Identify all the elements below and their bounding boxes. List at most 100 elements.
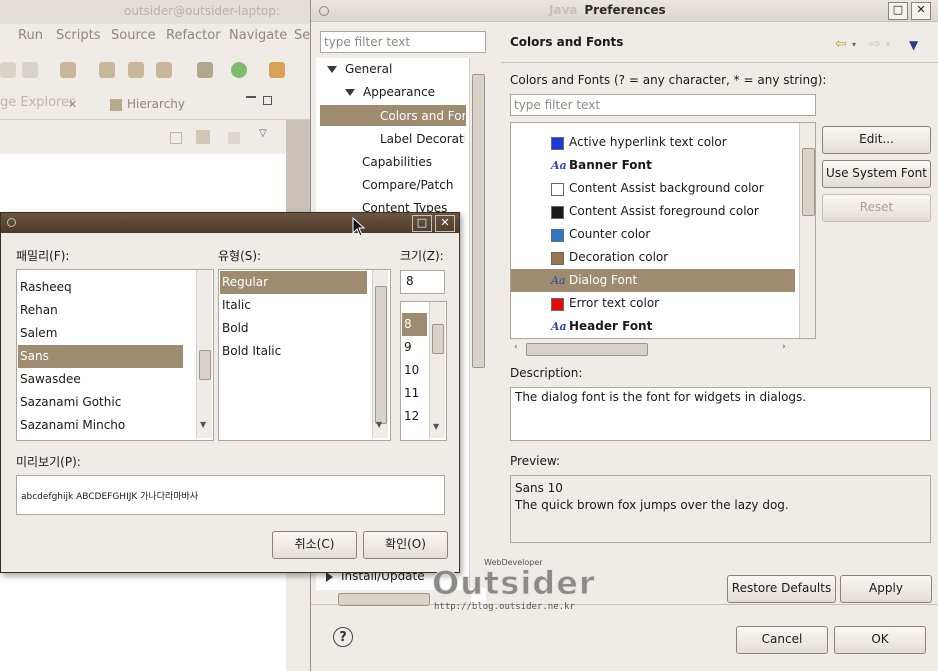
menu-run[interactable]: Run <box>18 28 43 43</box>
close-icon[interactable]: ✕ <box>911 2 931 20</box>
view-menu-icon[interactable]: ▽ <box>259 128 267 139</box>
menu-scripts[interactable]: Scripts <box>56 28 100 43</box>
edit-button[interactable]: Edit... <box>822 126 931 154</box>
list-item[interactable]: Decoration color <box>511 246 795 269</box>
colors-fonts-filter-input[interactable]: type filter text <box>510 94 816 116</box>
view-menu-icon[interactable]: ▼ <box>909 38 918 52</box>
print-icon[interactable] <box>0 62 16 78</box>
list-item[interactable]: Sazanami Mincho <box>20 414 125 437</box>
scroll-left-icon[interactable]: ‹ <box>514 342 518 352</box>
scroll-thumb[interactable] <box>526 343 648 356</box>
use-system-font-button[interactable]: Use System Font <box>822 160 931 188</box>
list-item[interactable]: 9 <box>404 336 412 359</box>
family-scrollbar[interactable]: ▼ <box>196 270 212 438</box>
list-item[interactable]: Sazanami Gothic <box>20 391 121 414</box>
tree-item-label-decorations[interactable]: Label Decorations <box>380 128 465 150</box>
expand-arrow-icon[interactable] <box>327 66 337 73</box>
chevron-down-icon[interactable]: ▾ <box>886 40 890 49</box>
size-scrollbar[interactable]: ▼ <box>429 302 445 438</box>
maximize-icon[interactable]: □ <box>412 215 432 232</box>
scroll-thumb[interactable] <box>375 286 387 424</box>
scroll-thumb[interactable] <box>199 350 211 380</box>
maximize-icon[interactable]: □ <box>888 2 908 20</box>
link-editor-icon[interactable] <box>196 130 210 144</box>
scroll-thumb[interactable] <box>802 148 815 216</box>
tree-item-appearance[interactable]: Appearance <box>345 81 435 103</box>
tree-filter-input[interactable]: type filter text <box>320 31 486 53</box>
list-item-selected[interactable]: 8 <box>404 313 412 336</box>
list-item[interactable]: Aa Header Font <box>511 315 795 338</box>
menu-search[interactable]: Se <box>294 28 310 43</box>
close-icon[interactable]: ✕ <box>68 98 77 111</box>
font-preview-field[interactable]: abcdefghijk ABCDEFGHIJK 가나다라마바사 <box>16 475 445 515</box>
back-arrow-icon[interactable]: ⇦ <box>835 36 847 52</box>
new-file-icon[interactable] <box>156 62 172 78</box>
ok-button[interactable]: 확인(O) <box>363 531 448 559</box>
close-icon[interactable]: ✕ <box>435 215 455 232</box>
apply-button[interactable]: Apply <box>840 575 932 603</box>
list-item[interactable]: Counter color <box>511 223 795 246</box>
menu-refactor[interactable]: Refactor <box>166 28 221 43</box>
import-icon[interactable] <box>60 62 76 78</box>
tree-vertical-scrollbar[interactable] <box>469 58 486 588</box>
filter-icon[interactable] <box>228 132 240 144</box>
list-item[interactable]: Error text color <box>511 292 795 315</box>
tree-item-capabilities[interactable]: Capabilities <box>362 151 432 173</box>
list-item[interactable]: Content Assist foreground color <box>511 200 795 223</box>
scroll-thumb[interactable] <box>472 74 485 368</box>
chevron-down-icon[interactable]: ▼ <box>433 422 439 431</box>
restore-defaults-button[interactable]: Restore Defaults <box>727 575 836 603</box>
style-scrollbar[interactable]: ▼ <box>372 270 388 438</box>
reset-button[interactable]: Reset <box>822 194 931 222</box>
list-item-selected[interactable]: Aa Dialog Font <box>511 269 795 292</box>
cancel-button[interactable]: Cancel <box>736 626 828 654</box>
list-item[interactable]: Content Assist background color <box>511 177 795 200</box>
external-tools-icon[interactable] <box>269 62 285 78</box>
list-item[interactable]: Rasheeq <box>20 276 72 299</box>
window-menu-icon[interactable] <box>7 218 16 227</box>
cancel-button[interactable]: 취소(C) <box>272 531 357 559</box>
maximize-view-icon[interactable] <box>263 96 272 105</box>
scroll-right-icon[interactable]: › <box>782 342 786 352</box>
list-item[interactable]: Salem <box>20 322 57 345</box>
expand-arrow-icon[interactable] <box>345 89 355 96</box>
expand-arrow-icon[interactable] <box>326 571 333 582</box>
chevron-down-icon[interactable]: ▼ <box>200 420 206 429</box>
tree-item-colors-and-fonts[interactable]: Colors and Fonts <box>380 105 465 127</box>
list-item-selected[interactable]: Sans <box>20 345 49 368</box>
help-icon[interactable]: ? <box>333 627 353 647</box>
debug-icon[interactable] <box>197 62 213 78</box>
list-item[interactable]: 11 <box>404 382 419 405</box>
preview-label: Preview: <box>510 454 561 468</box>
list-item-selected[interactable]: Regular <box>222 271 268 294</box>
font-size-input[interactable]: 8 <box>400 270 445 294</box>
menu-source[interactable]: Source <box>111 28 156 43</box>
chevron-down-icon[interactable]: ▾ <box>852 40 856 49</box>
new-class-icon[interactable] <box>128 62 144 78</box>
colors-fonts-vertical-scrollbar[interactable] <box>799 123 815 338</box>
list-item[interactable]: Sawasdee <box>20 368 81 391</box>
colors-fonts-horizontal-scrollbar[interactable]: ‹ › <box>510 340 795 358</box>
forward-arrow-icon[interactable]: ⇨ <box>869 36 881 52</box>
list-item[interactable]: Bold <box>222 317 249 340</box>
list-item[interactable]: 12 <box>404 405 419 428</box>
menu-navigate[interactable]: Navigate <box>229 28 287 43</box>
run-icon[interactable] <box>231 62 247 78</box>
tab-hierarchy[interactable]: Hierarchy <box>127 97 185 111</box>
list-item[interactable]: Aa Banner Font <box>511 154 795 177</box>
list-item[interactable]: 10 <box>404 359 419 382</box>
list-item[interactable]: Bold Italic <box>222 340 281 363</box>
tab-package-explorer[interactable]: ge Explorer <box>0 95 75 110</box>
chevron-down-icon[interactable]: ▼ <box>376 420 382 429</box>
new-package-icon[interactable] <box>99 62 115 78</box>
tree-item-general[interactable]: General <box>327 58 392 80</box>
tree-item-compare-patch[interactable]: Compare/Patch <box>362 174 453 196</box>
collapse-all-icon[interactable] <box>170 132 182 144</box>
scroll-thumb[interactable] <box>432 324 444 354</box>
list-item[interactable]: Active hyperlink text color <box>511 131 795 154</box>
ok-button[interactable]: OK <box>834 626 926 654</box>
save-icon[interactable] <box>22 62 38 78</box>
minimize-view-icon[interactable] <box>246 96 256 98</box>
list-item[interactable]: Italic <box>222 294 251 317</box>
list-item[interactable]: Rehan <box>20 299 58 322</box>
